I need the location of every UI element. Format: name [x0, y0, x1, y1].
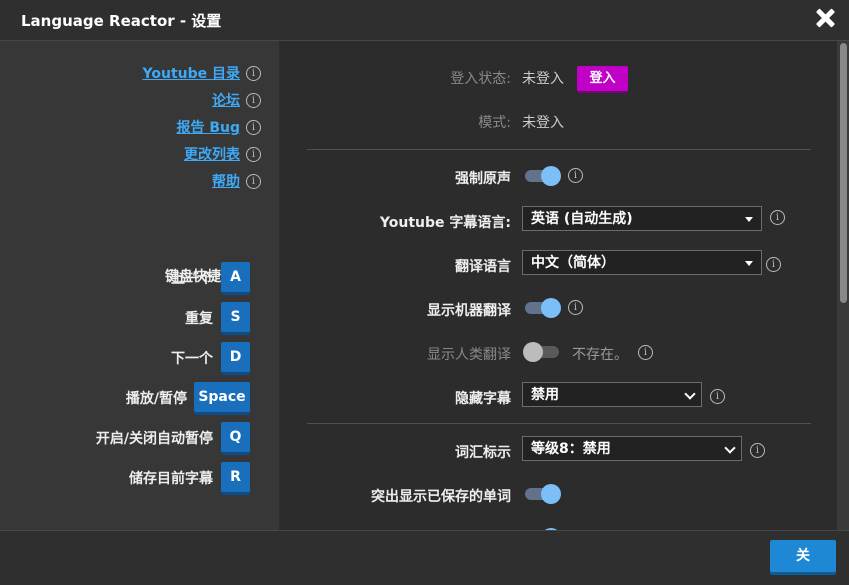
dialog-title: Language Reactor - 设置 — [21, 12, 222, 30]
hide-subtitles-label: 隐藏字幕 — [455, 391, 511, 407]
divider — [307, 149, 811, 150]
highlight-saved-words-toggle[interactable] — [525, 484, 561, 504]
info-icon[interactable]: i — [246, 66, 261, 81]
force-original-audio-label: 强制原声 — [455, 171, 511, 187]
close-button[interactable]: 关 — [770, 540, 836, 572]
info-icon[interactable]: i — [638, 345, 653, 360]
login-button[interactable]: 登入 — [577, 66, 628, 91]
chevron-down-icon — [724, 442, 736, 454]
login-status-value: 未登入 — [522, 71, 564, 87]
shortcut-key-a: A — [221, 262, 250, 292]
shortcut-label: 下一个 — [171, 351, 213, 367]
title-bar: Language Reactor - 设置 — [0, 0, 849, 41]
scrollbar-thumb[interactable] — [840, 43, 847, 303]
link-report-bug[interactable]: 报告 Bug — [176, 117, 240, 137]
info-icon[interactable]: i — [766, 257, 781, 272]
info-icon[interactable]: i — [246, 174, 261, 189]
youtube-subtitle-language-select[interactable]: 英语 (自动生成) — [522, 206, 762, 231]
info-icon[interactable]: i — [770, 210, 785, 225]
link-changelog[interactable]: 更改列表 — [184, 144, 240, 164]
shortcut-key-d: D — [221, 342, 250, 372]
link-forum[interactable]: 论坛 — [212, 90, 240, 110]
shortcut-key-s: S — [221, 302, 250, 332]
translation-language-label: 翻译语言 — [455, 259, 511, 275]
shortcut-label: 播放/暂停 — [125, 391, 187, 407]
settings-dialog: Language Reactor - 设置 Youtube 目录 i 论坛 i … — [0, 0, 849, 585]
settings-panel: 登入状态: 未登入 登入 模式: 未登入 强制原声 i Youtube 字幕语言… — [279, 41, 837, 530]
login-status-label: 登入状态: — [450, 71, 511, 87]
info-icon[interactable]: i — [246, 120, 261, 135]
caret-down-icon — [745, 261, 753, 266]
human-translation-note: 不存在。 — [572, 347, 628, 363]
mode-label: 模式: — [478, 115, 511, 131]
info-icon[interactable]: i — [710, 389, 725, 404]
vocab-highlight-label: 词汇标示 — [455, 445, 511, 461]
shortcut-key-space: Space — [194, 382, 250, 412]
show-machine-translation-label: 显示机器翻译 — [427, 303, 511, 319]
shortcut-key-r: R — [221, 462, 250, 492]
hide-subtitles-select[interactable]: 禁用 — [522, 382, 702, 407]
show-human-translation-toggle[interactable] — [523, 342, 559, 362]
show-human-translation-label: 显示人类翻译 — [427, 347, 511, 363]
shortcut-key-q: Q — [221, 422, 250, 452]
info-icon[interactable]: i — [246, 93, 261, 108]
shortcut-label: 上一个 — [171, 271, 213, 287]
shortcut-label: 重复 — [185, 311, 213, 327]
chevron-down-icon — [684, 388, 696, 400]
youtube-subtitle-language-label: Youtube 字幕语言: — [379, 215, 511, 231]
caret-down-icon — [745, 217, 753, 222]
link-help[interactable]: 帮助 — [212, 171, 240, 191]
info-icon[interactable]: i — [568, 300, 583, 315]
translation-language-select[interactable]: 中文（简体） — [522, 250, 762, 275]
force-original-audio-toggle[interactable] — [525, 166, 561, 186]
vocab-highlight-select[interactable]: 等级8：禁用 — [522, 436, 742, 461]
info-icon[interactable]: i — [750, 443, 765, 458]
mode-value: 未登入 — [522, 115, 564, 131]
close-icon[interactable] — [813, 6, 837, 30]
link-youtube-catalog[interactable]: Youtube 目录 — [143, 63, 241, 83]
divider — [307, 423, 811, 424]
show-machine-translation-toggle[interactable] — [525, 298, 561, 318]
shortcut-label: 储存目前字幕 — [129, 471, 213, 487]
info-icon[interactable]: i — [568, 168, 583, 183]
sidebar: Youtube 目录 i 论坛 i 报告 Bug i 更改列表 i 帮助 i 键… — [0, 41, 279, 530]
scrollbar[interactable] — [837, 41, 849, 530]
info-icon[interactable]: i — [246, 147, 261, 162]
highlight-saved-words-label: 突出显示已保存的单词 — [371, 489, 511, 505]
shortcut-label: 开启/关闭自动暂停 — [95, 431, 213, 447]
dialog-footer: 关 — [0, 530, 849, 585]
